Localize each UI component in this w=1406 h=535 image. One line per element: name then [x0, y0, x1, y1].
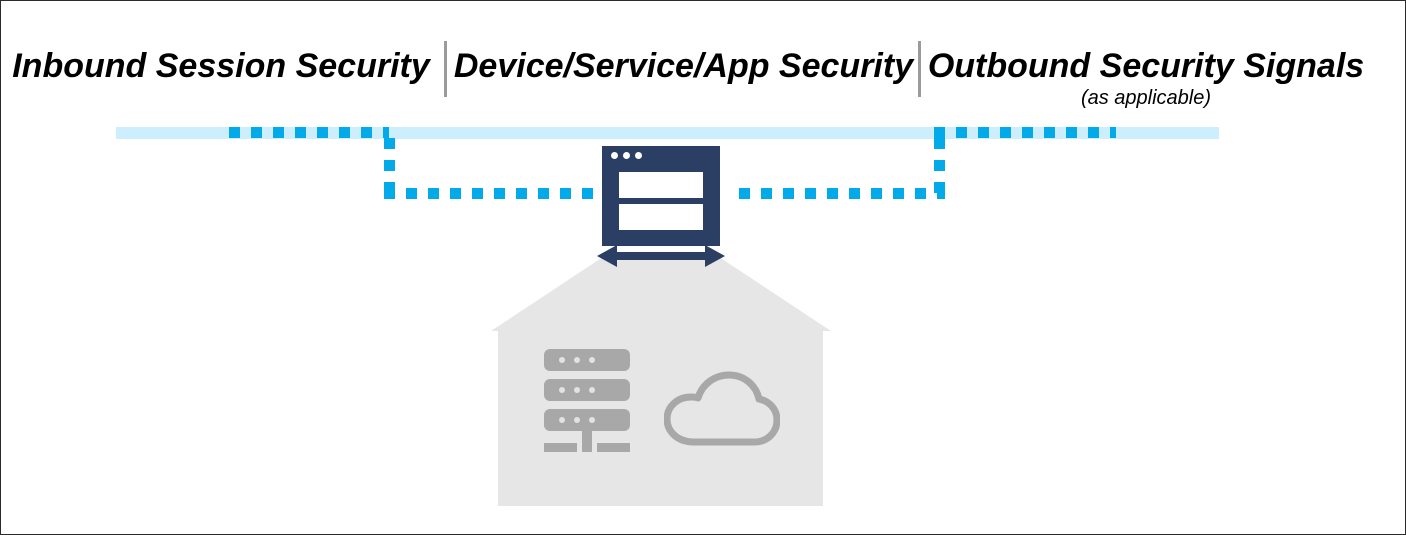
column-subheading-as-applicable: (as applicable): [1080, 87, 1212, 109]
browser-titlebar: [602, 146, 720, 165]
server-led-dot: [559, 357, 565, 363]
inbound-flow-bottom-segment: [384, 188, 596, 199]
outbound-flow-top-segment: [934, 127, 1116, 138]
server-led-dot: [559, 417, 565, 423]
diagram-canvas: Inbound Session Security Device/Service/…: [0, 0, 1406, 535]
browser-dot-icon: [635, 152, 642, 159]
inbound-flow-top-segment: [229, 127, 389, 138]
heading-divider-right: [918, 41, 921, 97]
server-unit: [544, 379, 630, 401]
server-led-dot: [589, 387, 595, 393]
server-base-segment: [544, 443, 577, 452]
server-led-dot: [574, 357, 580, 363]
server-base-segment: [582, 443, 592, 452]
server-base-segment: [597, 443, 630, 452]
cloud-icon: [664, 371, 780, 446]
double-headed-arrow-icon: [597, 245, 725, 267]
browser-content-pane: [619, 172, 703, 198]
column-heading-outbound-security-signals: Outbound Security Signals: [927, 47, 1365, 85]
server-stem: [582, 431, 592, 443]
column-heading-device-service-app-security: Device/Service/App Security: [453, 47, 914, 85]
browser-dot-icon: [623, 152, 630, 159]
inbound-flow-vertical-segment: [384, 138, 395, 194]
server-unit: [544, 349, 630, 371]
column-heading-inbound-session-security: Inbound Session Security: [12, 47, 430, 85]
server-unit: [544, 409, 630, 431]
outbound-flow-vertical-segment: [934, 138, 945, 194]
outbound-flow-bottom-segment: [739, 188, 945, 199]
server-led-dot: [559, 387, 565, 393]
server-led-dot: [589, 357, 595, 363]
server-rack-icon: [544, 349, 640, 453]
browser-dot-icon: [611, 152, 618, 159]
heading-divider-left: [444, 41, 447, 97]
browser-window-icon: [602, 146, 720, 246]
server-led-dot: [574, 387, 580, 393]
server-led-dot: [574, 417, 580, 423]
browser-content-pane: [619, 204, 703, 230]
server-led-dot: [589, 417, 595, 423]
